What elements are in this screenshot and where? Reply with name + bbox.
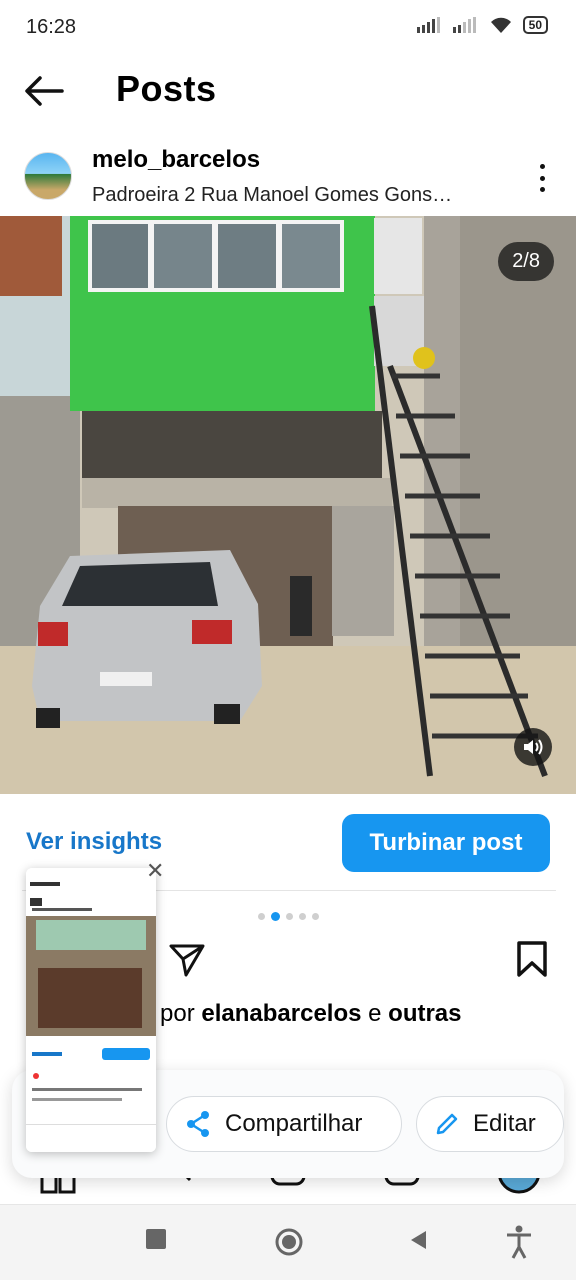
- volume-icon: [524, 739, 543, 755]
- ver-insights-link[interactable]: Ver insights: [26, 828, 162, 856]
- carousel-dot: [299, 913, 306, 920]
- recents-button[interactable]: [146, 1229, 166, 1254]
- editar-label: Editar: [473, 1110, 536, 1137]
- post-photo[interactable]: 2/8: [0, 216, 576, 794]
- triangle-back-icon: [411, 1231, 426, 1249]
- sound-toggle-button[interactable]: [514, 728, 552, 766]
- circle-icon: [275, 1228, 303, 1256]
- screenshot-thumbnail[interactable]: [26, 868, 156, 1152]
- home-button[interactable]: [274, 1227, 304, 1262]
- share-send-button[interactable]: [168, 942, 206, 983]
- carousel-indicator: [258, 912, 319, 921]
- carousel-dot: [258, 913, 265, 920]
- carousel-dot: [312, 913, 319, 920]
- likes-middle: e: [361, 1000, 389, 1027]
- post-header: melo_barcelos Padroeira 2 Rua Manoel Gom…: [0, 140, 576, 216]
- likes-others[interactable]: outras: [388, 1000, 461, 1027]
- share-icon: [187, 1111, 209, 1137]
- post-username[interactable]: melo_barcelos: [92, 146, 260, 174]
- turbinar-post-button[interactable]: Turbinar post: [342, 814, 550, 872]
- more-vertical-icon: [539, 164, 545, 169]
- status-bar: 16:28 50: [0, 0, 576, 56]
- system-nav-bar: [0, 1204, 576, 1280]
- accessibility-button[interactable]: [504, 1225, 534, 1264]
- send-icon: [169, 944, 205, 977]
- close-icon[interactable]: ✕: [146, 858, 164, 884]
- battery-icon: 50: [522, 16, 548, 34]
- photo-counter-badge: 2/8: [498, 242, 554, 281]
- editar-button[interactable]: Editar: [416, 1096, 564, 1152]
- square-icon: [146, 1229, 166, 1249]
- signal-icon: [452, 17, 476, 33]
- status-time: 16:28: [26, 16, 77, 38]
- carousel-dot-active: [271, 912, 280, 921]
- avatar[interactable]: [24, 152, 72, 200]
- back-system-button[interactable]: [408, 1229, 428, 1256]
- page-title: Posts: [116, 68, 217, 109]
- arrow-left-icon: [25, 76, 64, 106]
- compartilhar-button[interactable]: Compartilhar: [166, 1096, 402, 1152]
- bookmark-icon: [517, 941, 547, 977]
- app-header: Posts: [0, 56, 576, 126]
- more-options-button[interactable]: [530, 160, 554, 196]
- post-location[interactable]: Padroeira 2 Rua Manoel Gomes Gons…: [92, 184, 502, 207]
- wifi-icon: [490, 17, 511, 33]
- photo-illustration: [0, 216, 576, 794]
- carousel-dot: [286, 913, 293, 920]
- status-icons: 50: [416, 16, 548, 34]
- back-button[interactable]: [24, 74, 64, 108]
- compartilhar-label: Compartilhar: [225, 1110, 363, 1137]
- signal-icon: [416, 17, 440, 33]
- screenshot-preview-image: [26, 868, 156, 1152]
- insights-row: Ver insights Turbinar post: [0, 812, 576, 874]
- save-button[interactable]: [516, 940, 548, 983]
- pencil-icon: [436, 1113, 458, 1135]
- likes-user[interactable]: elanabarcelos: [201, 1000, 361, 1027]
- accessibility-icon: [507, 1225, 531, 1259]
- likes-text[interactable]: o por elanabarcelos e outrass: [140, 998, 560, 1062]
